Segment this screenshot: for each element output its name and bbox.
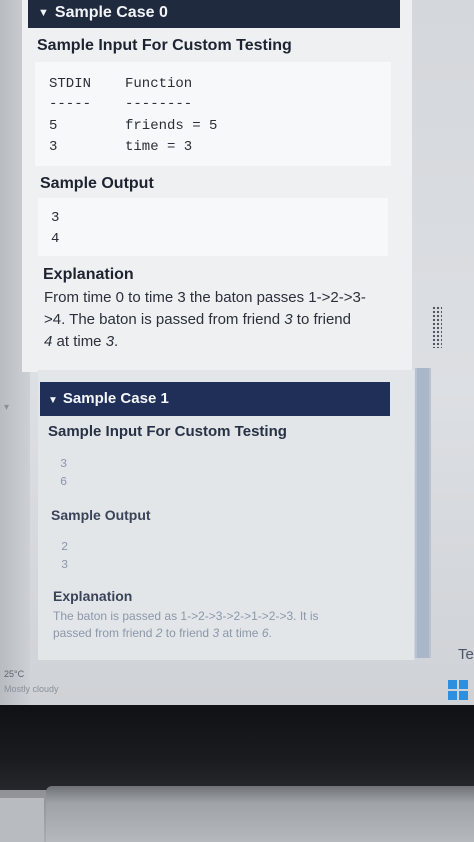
stdin-rule: ----- [49, 96, 92, 112]
scrollbar-thumb[interactable] [417, 368, 429, 658]
sample-output-title: Sample Output [51, 507, 151, 523]
explanation-title: Explanation [53, 588, 133, 604]
explanation-line: The baton is passed as 1->2->3->2->1->2-… [53, 609, 319, 623]
sample-input-box: STDIN Function ----- -------- 5 friends … [35, 62, 391, 166]
text-span: at time [219, 626, 262, 640]
weather-temperature[interactable]: 25°C [4, 669, 24, 679]
stdin-header: STDIN [49, 76, 92, 92]
screen: ▾ ▼ Sample Case 0 Sample Input For Custom… [0, 0, 474, 705]
sample-case-1-header[interactable]: ▼ Sample Case 1 [40, 382, 390, 416]
explanation-line: passed from friend 2 to friend 3 at time… [53, 625, 393, 642]
sample-output-box: 3 4 [38, 198, 388, 256]
sample-case-0-title: Sample Case 0 [54, 4, 168, 21]
function-value: friends = 5 [125, 118, 218, 134]
laptop-base-corner [0, 798, 44, 842]
text-span: at time [52, 333, 106, 350]
stdin-value: 5 [49, 118, 58, 134]
sample-input-title: Sample Input For Custom Testing [37, 37, 292, 54]
sample-case-1-title: Sample Case 1 [62, 390, 169, 407]
output-line: 4 [51, 231, 60, 247]
logo-pane [448, 691, 457, 700]
logo-pane [459, 691, 468, 700]
text-span: to friend [162, 626, 213, 640]
explanation-text: From time 0 to time 3 the baton passes 1… [44, 287, 389, 353]
text-em: 3 [284, 311, 293, 328]
output-line: 3 [61, 558, 69, 572]
logo-pane [459, 680, 468, 689]
triangle-down-icon: ▼ [38, 7, 49, 19]
text-span: . [268, 626, 272, 640]
output-line: 2 [61, 540, 69, 554]
explanation-line: >4. The baton is passed from friend 3 to… [44, 309, 389, 331]
sample-output-title: Sample Output [40, 175, 154, 192]
text-span: passed from friend [53, 626, 156, 640]
explanation-title: Explanation [43, 266, 134, 283]
function-value: time = 3 [125, 139, 193, 155]
output-line: 3 [51, 210, 60, 226]
triangle-down-icon: ▼ [48, 395, 58, 406]
explanation-line: 4 at time 3. [44, 331, 389, 353]
input-line: 3 [60, 457, 68, 471]
stdin-value: 3 [49, 139, 58, 155]
logo-pane [448, 680, 457, 689]
sample-input-title: Sample Input For Custom Testing [48, 423, 287, 440]
sample-case-0-header[interactable]: ▼ Sample Case 0 [28, 0, 400, 28]
text-em: 3 [105, 333, 115, 350]
text-em: 6 [261, 626, 269, 640]
function-rule: -------- [125, 96, 193, 112]
chevron-down-icon[interactable]: ▾ [4, 402, 9, 413]
side-panel-text[interactable]: Te [458, 646, 474, 663]
explanation-text: The baton is passed as 1->2->3->2->1->2-… [53, 608, 393, 642]
input-line: 6 [60, 475, 68, 489]
laptop-base-edge [46, 786, 474, 842]
function-header: Function [125, 76, 193, 92]
weather-description[interactable]: Mostly cloudy [4, 684, 59, 694]
explanation-line: From time 0 to time 3 the baton passes 1… [44, 289, 366, 306]
text-span: to friend [292, 311, 351, 328]
text-span: . [114, 333, 119, 350]
drag-handle-icon[interactable] [432, 306, 442, 348]
windows-start-icon[interactable] [448, 680, 468, 700]
text-span: >4. The baton is passed from friend [44, 311, 285, 328]
